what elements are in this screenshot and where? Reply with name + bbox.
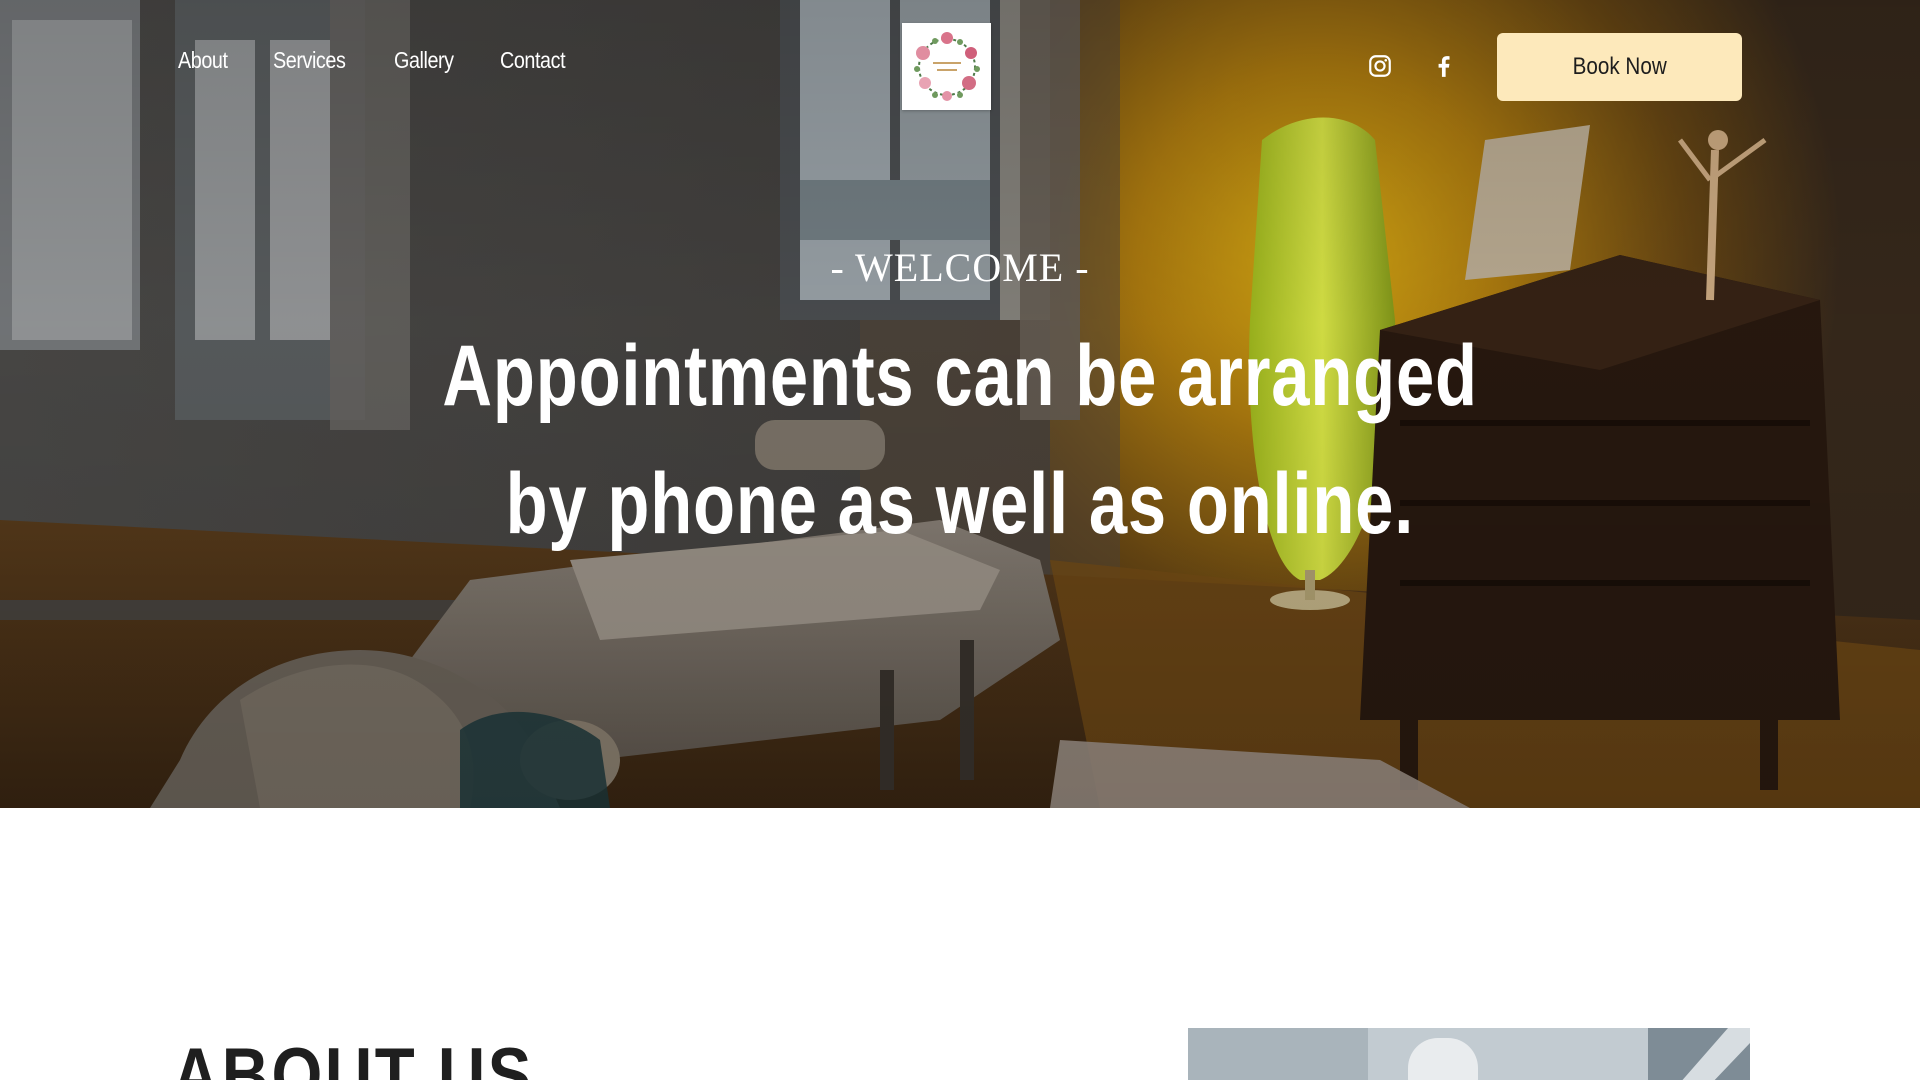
- nav-link-gallery[interactable]: Gallery: [394, 47, 454, 74]
- about-title-text: ABOUT US: [172, 1033, 534, 1080]
- instagram-icon: [1369, 55, 1391, 77]
- floral-wreath-logo-icon: [913, 31, 980, 101]
- about-section-title: ABOUT US: [172, 1038, 593, 1080]
- page: About Services Gallery Contact Book Now …: [0, 0, 1920, 1080]
- main-nav: About Services Gallery Contact: [178, 47, 576, 74]
- facebook-icon: [1438, 56, 1450, 77]
- facebook-link[interactable]: [1430, 52, 1458, 80]
- book-now-button[interactable]: Book Now: [1497, 33, 1742, 101]
- nav-link-contact[interactable]: Contact: [500, 47, 566, 74]
- instagram-link[interactable]: [1366, 52, 1394, 80]
- hero-headline: Appointments can be arranged by phone as…: [0, 312, 1920, 568]
- about-section-image: [1188, 1028, 1750, 1080]
- site-logo[interactable]: [902, 23, 991, 110]
- hero-headline-line-2: by phone as well as online.: [505, 456, 1415, 552]
- site-header: About Services Gallery Contact Book Now: [0, 0, 1920, 132]
- book-now-label: Book Now: [1572, 53, 1667, 80]
- nav-link-services[interactable]: Services: [273, 47, 346, 74]
- nav-link-about[interactable]: About: [178, 47, 228, 74]
- hero-kicker: - WELCOME -: [830, 245, 1090, 290]
- hero-section: About Services Gallery Contact Book Now …: [0, 0, 1920, 808]
- hero-headline-line-1: Appointments can be arranged: [442, 328, 1478, 424]
